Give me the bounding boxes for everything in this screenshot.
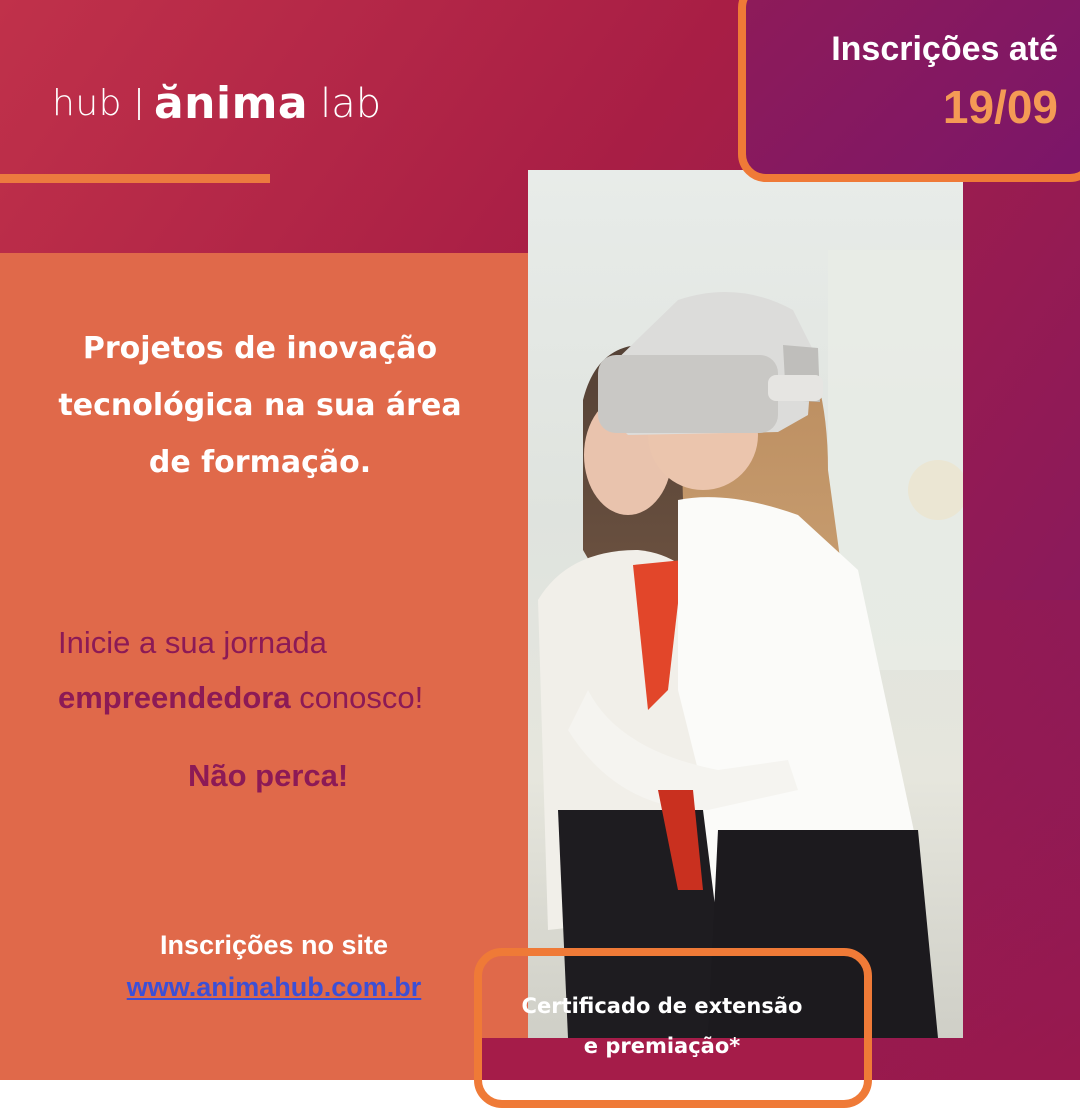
logo-lab-text: lab — [320, 80, 382, 127]
certificate-line-1: Certificado de extensão — [521, 994, 803, 1018]
deadline-label: Inscrições até — [831, 30, 1058, 68]
certificate-text: Certificado de extensão e premiação* — [482, 986, 842, 1066]
signup-link[interactable]: www.animahub.com.br — [0, 972, 548, 1003]
headline-line-1: Projetos de inovação — [82, 331, 438, 366]
photo-illustration — [538, 250, 963, 1038]
journey-bold-word: empreendedora — [58, 680, 291, 715]
logo-hub-text: hub — [52, 83, 122, 124]
certificate-line-2: e premiação* — [583, 1034, 741, 1058]
signup-label: Inscrições no site — [159, 930, 389, 960]
logo-separator — [137, 87, 140, 120]
vr-headset-photo — [528, 170, 963, 1038]
logo-anima-text: ănima — [153, 78, 309, 129]
headline-line-3: de formação. — [148, 445, 372, 480]
headline: Projetos de inovação tecnológica na sua … — [30, 320, 490, 491]
deadline-box: Inscrições até 19/09 — [738, 0, 1080, 182]
brand-logo: hub ănima lab — [52, 78, 381, 129]
journey-text: Inicie a sua jornada empreendedora conos… — [58, 615, 518, 725]
call-to-action: Não perca! — [188, 758, 349, 793]
journey-line-1: Inicie a sua jornada — [58, 625, 327, 660]
deadline-date: 19/09 — [942, 81, 1058, 133]
journey-rest: conosco! — [290, 680, 424, 715]
journey-line-2: empreendedora conosco! — [58, 670, 518, 725]
accent-line — [0, 174, 270, 183]
headline-line-2: tecnológica na sua área — [58, 388, 462, 423]
